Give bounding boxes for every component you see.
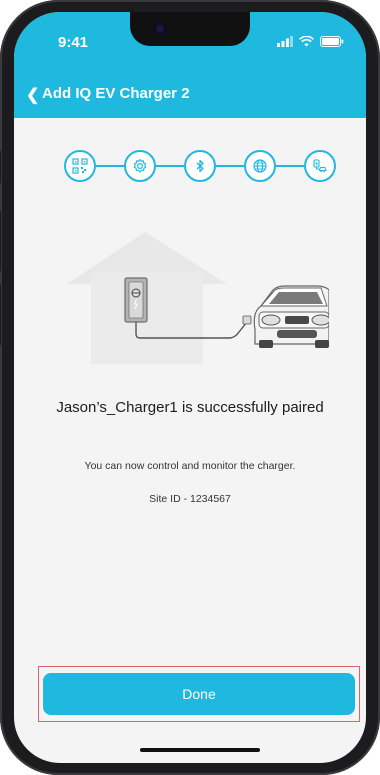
pairing-success-subtitle: You can now control and monitor the char… [84,460,296,472]
status-time: 9:41 [58,34,89,51]
front-camera [153,22,167,36]
volume-up-button [0,210,1,272]
page-title: Add IQ EV Charger 2 [42,85,190,102]
bluetooth-icon [196,159,204,173]
ev-charger-icon [313,159,327,173]
step-connector [96,165,124,167]
home-indicator[interactable] [140,748,260,752]
globe-icon [253,159,267,173]
step-bluetooth [184,150,216,182]
signal-icon [277,36,293,47]
volume-down-button [0,284,1,346]
app-header: 9:41 ❮ Add IQ EV Charger 2 [14,12,366,118]
step-connector [216,165,244,167]
phone-frame: 9:41 ❮ Add IQ EV Charger 2 Jason’s_Charg… [0,0,380,775]
charger-paired-illustration [67,232,329,364]
step-connector [156,165,184,167]
electric-car [253,285,329,348]
battery-icon [320,36,344,47]
step-connector [276,165,304,167]
step-network [244,150,276,182]
mute-switch [0,150,1,184]
qr-code-icon [72,158,88,174]
status-icons [277,36,344,47]
setup-progress-stepper [64,150,336,184]
screen: 9:41 ❮ Add IQ EV Charger 2 Jason’s_Charg… [14,12,366,763]
done-button[interactable]: Done [43,673,355,715]
gear-icon [133,158,147,173]
step-configure [124,150,156,182]
step-scan [64,150,96,182]
site-id-label: Site ID - 1234567 [149,493,231,505]
step-charger [304,150,336,182]
pairing-success-title: Jason’s_Charger1 is successfully paired [56,399,324,416]
wifi-icon [299,36,314,47]
back-chevron-icon[interactable]: ❮ [26,85,39,105]
notch [130,12,250,46]
